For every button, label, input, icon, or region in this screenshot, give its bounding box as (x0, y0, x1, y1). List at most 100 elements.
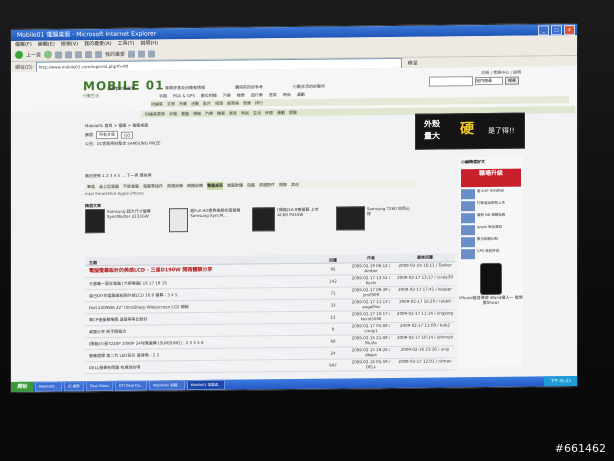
featured-text[interactable]: 超Full HD畫質高解析度螢幕 Samsung SyncM... (190, 208, 246, 239)
featured-item[interactable]: Samsung 超大尺寸螢幕 SyncMaster 2233GW (85, 208, 163, 239)
sidebar-item-text[interactable]: GPS 導航評測 (477, 249, 499, 259)
favorites-label[interactable]: 我的最愛 (105, 50, 125, 57)
nav-item[interactable]: 運動 (297, 91, 305, 98)
topic-author[interactable]: 2009-02-17 09:39 / jim0909 (347, 287, 395, 299)
refresh-icon[interactable] (65, 50, 73, 58)
sidebar-item[interactable]: 最新 NB 選購指南 (461, 213, 521, 224)
nav-item[interactable]: 市集 (179, 100, 187, 107)
menu-edit[interactable]: 編輯(E) (38, 41, 55, 49)
announcement[interactable]: 公告：01會員資料整合 SAMSUNG PRIZE (85, 140, 161, 147)
sidebar-item-text[interactable]: 最新 NB 選購指南 (477, 213, 505, 223)
subnav-item[interactable]: 相機 (193, 110, 201, 117)
tagline[interactable]: 行動生活的好夥伴 (293, 84, 325, 90)
taskbar-item[interactable]: Mobile01... (35, 381, 63, 392)
home-icon[interactable] (75, 50, 83, 58)
featured-item[interactable]: Samsung T260 試用心得 (335, 206, 414, 237)
subnav-item[interactable]: 閒聊 (289, 109, 297, 116)
topic-author[interactable]: 2009-02-17 13:51 / Kocki (347, 275, 395, 287)
breadcrumb[interactable]: Mobile01 首頁 > 電腦 > 電腦桌面 (85, 123, 148, 130)
nav-item[interactable]: PDA & GPS (173, 92, 195, 99)
banner-ad[interactable]: 外殼 硬 是了得!! 量大 (415, 112, 525, 150)
menu-favorites[interactable]: 我的最愛(A) (84, 40, 111, 48)
nav-item[interactable]: 排行 (255, 99, 263, 106)
system-clock[interactable]: 下午 05:25 (544, 376, 577, 387)
subnav-item[interactable]: 時尚 (241, 109, 249, 116)
pagination[interactable]: 最近更新 1 2 3 4 5 ... 下一頁 最後頁 (85, 172, 152, 179)
forward-arrow-icon[interactable] (44, 50, 53, 59)
back-label[interactable]: 上一頁 (26, 51, 41, 58)
sidebar-item-text[interactable]: Apple 新品資訊 (477, 225, 502, 235)
sidebar-item-text[interactable]: 行動電話新款上市 (477, 201, 505, 211)
category-tab[interactable]: 平板電腦 (123, 183, 139, 191)
menu-file[interactable]: 檔案(F) (15, 41, 32, 49)
category-tab[interactable]: 遊戲 (247, 181, 255, 189)
featured-thumbnail[interactable] (168, 208, 189, 233)
category-tab[interactable]: 其他 (291, 181, 299, 189)
featured-item[interactable]: 超Full HD畫質高解析度螢幕 Samsung SyncM... (168, 208, 247, 239)
topic-author[interactable]: 2009-02-15 21:08 / Rlu2a (347, 335, 395, 347)
sidebar-thumbnail[interactable] (461, 225, 475, 236)
tagline[interactable]: 購買前的好參考 (235, 84, 263, 90)
table-row[interactable]: DELL螢幕有問題 有遇到的嗎 947 2009-02-16 05:59 / D… (85, 358, 455, 375)
menu-view[interactable]: 檢視(V) (61, 40, 78, 48)
sidebar-item-text[interactable]: 數位相機比較 (477, 237, 498, 247)
nav-item[interactable]: 影片 (203, 100, 211, 107)
topic-last[interactable]: 2009-02-17 13:17 / cindy39 (395, 274, 455, 286)
taskbar-item[interactable]: Mobile01 電腦... (149, 380, 185, 391)
nav-item[interactable]: 時尚 (283, 91, 291, 98)
sidebar-item[interactable]: 富士XP 系列評測 (461, 189, 521, 200)
filter-go-button[interactable]: GO (121, 131, 134, 139)
category-tab[interactable]: 周邊設備 (167, 182, 183, 190)
go-button[interactable]: 移至 (405, 59, 421, 66)
print-icon[interactable] (148, 49, 156, 58)
sidebar-item[interactable]: 數位相機比較 (461, 237, 521, 248)
category-tab[interactable]: 電腦零組件 (143, 182, 163, 190)
filter-select[interactable]: 所有文章 (96, 130, 118, 140)
featured-thumbnail[interactable] (335, 206, 365, 231)
featured-text[interactable]: [開箱]16:9寬螢幕 上市 ACER P244W (277, 207, 329, 238)
featured-thumbnail[interactable] (85, 208, 105, 234)
sidebar-thumbnail[interactable] (461, 201, 475, 212)
stop-icon[interactable] (55, 50, 63, 59)
topic-author[interactable]: 2009-02-17 11:13 / angelfire (347, 299, 395, 311)
nav-item[interactable]: 文章 (167, 100, 175, 107)
sidebar-thumbnail[interactable] (461, 213, 475, 224)
topic-author[interactable]: 2009-02-16 05:59 / DELL (347, 359, 395, 371)
topic-last[interactable]: 2009-02-17 16:29 / rabbit (395, 298, 455, 310)
category-tab-active[interactable]: 電腦桌面 (207, 181, 223, 190)
featured-text[interactable]: Samsung T260 試用心得 (367, 206, 413, 236)
sidebar-thumbnail[interactable] (461, 237, 475, 248)
subnav-item[interactable]: 手機 (169, 110, 177, 117)
minimize-icon[interactable]: _ (538, 24, 549, 35)
featured-text[interactable]: Samsung 超大尺寸螢幕 SyncMaster 2233GW (107, 208, 163, 239)
mail-icon[interactable] (138, 50, 146, 58)
topic-last[interactable]: 2009-02-17 17:41 / keeper (395, 286, 455, 298)
history-icon[interactable] (128, 50, 136, 58)
back-arrow-icon[interactable] (15, 50, 23, 59)
taskbar-item-active[interactable]: Mobile01 電腦桌... (186, 379, 226, 391)
subnav-item[interactable]: 休閒 (265, 109, 273, 116)
sidebar-banner[interactable]: 職場升級 (461, 168, 521, 188)
topic-last[interactable]: 2009-02-16 23:16 / uniy (395, 346, 455, 358)
topic-last[interactable]: 2009-02-17 11:14 / jingyerg (395, 310, 455, 322)
nav-item[interactable]: 活動 (191, 100, 199, 107)
sidebar-item-text[interactable]: 富士XP 系列評測 (477, 189, 504, 199)
sidebar-thumbnail[interactable] (461, 249, 475, 260)
category-tab[interactable]: 周邊配件 (259, 181, 275, 189)
nav-item[interactable]: 部落格 (227, 100, 239, 107)
taskbar-item[interactable]: Total Video (85, 380, 113, 392)
nav-item[interactable]: 數位相機 (201, 92, 217, 99)
nav-item[interactable]: 討論區 (151, 100, 163, 107)
subnav-item[interactable]: 汽車 (205, 110, 213, 117)
sidebar-item[interactable]: 行動電話新款上市 (461, 201, 521, 212)
topic-last[interactable]: 2009-02-17 11:09 / bob2 (395, 322, 455, 334)
nav-item[interactable]: 手機 (159, 92, 167, 99)
iphone-image[interactable] (480, 262, 502, 296)
tagline[interactable]: 消費者的好朋友 (107, 86, 135, 92)
category-tab[interactable]: 筆電 (87, 183, 95, 191)
subnav-item[interactable]: 運動 (277, 109, 285, 116)
topic-author[interactable]: 2009-02-17 10:17 / kevin5566 (347, 311, 395, 323)
topic-author[interactable]: 2009-02-15 18:26 / dkeps (347, 347, 395, 359)
subnav-item[interactable]: 討論區首頁 (145, 110, 165, 117)
subnav-item[interactable]: 機車 (217, 110, 225, 117)
